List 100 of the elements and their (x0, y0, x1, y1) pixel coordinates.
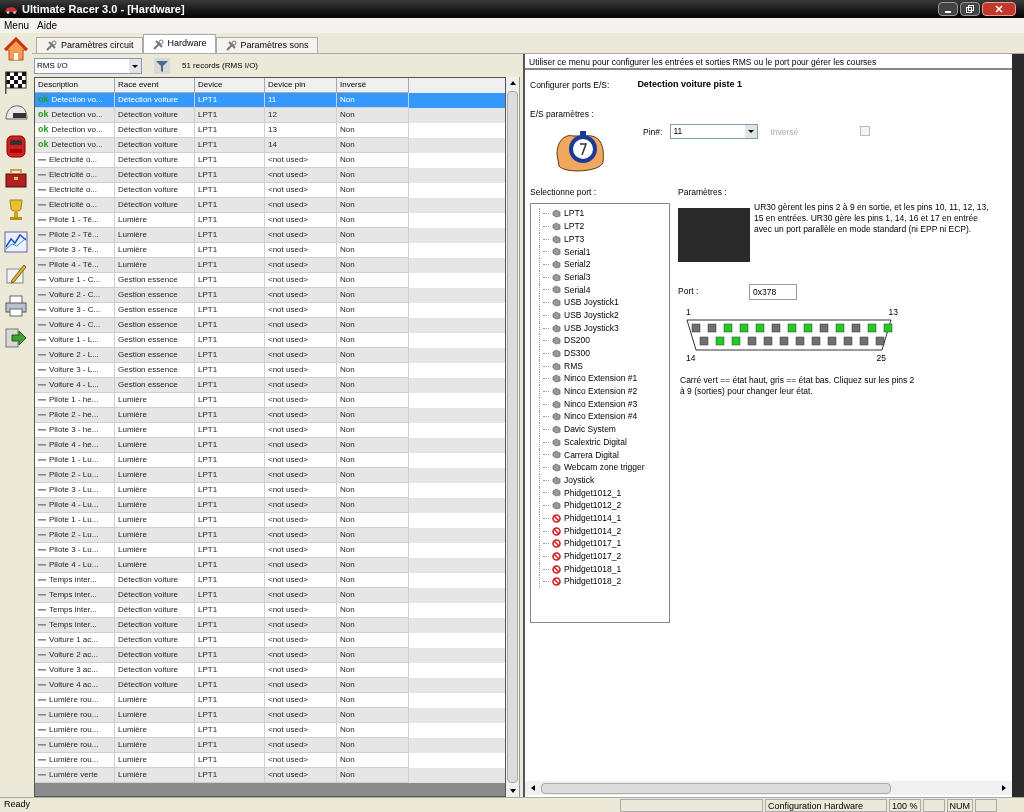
table-row[interactable]: Electricité o... Détection voiture LPT1 <not used> Non (35, 168, 505, 183)
tree-item[interactable]: Ninco Extension #2 (564, 385, 638, 398)
pin-square[interactable] (731, 337, 741, 346)
tree-item[interactable]: Phidget1017_2 (564, 550, 622, 563)
table-row[interactable]: Pilote 2 - Tê... Lumière LPT1 <not used> Non (35, 228, 505, 243)
table-row[interactable]: Electricité o... Détection voiture LPT1 <not used> Non (35, 153, 505, 168)
table-row[interactable]: Lumière rou... Lumière LPT1 <not used> Non (35, 723, 505, 738)
car-icon[interactable] (3, 133, 29, 159)
maximize-button[interactable] (960, 2, 980, 16)
table-row[interactable]: Temps inter... Détection voiture LPT1 <not used> Non (35, 588, 505, 603)
pin-square[interactable] (779, 337, 789, 346)
table-row[interactable]: Pilote 4 - Tê... Lumière LPT1 <not used> Non (35, 258, 505, 273)
tree-item[interactable]: Ninco Extension #4 (564, 410, 638, 424)
tab[interactable]: Paramètres sons (215, 37, 318, 53)
tree-item[interactable]: USB Joystick2 (564, 308, 619, 322)
tree-item[interactable]: Ninco Extension #1 (564, 372, 638, 386)
horizontal-scrollbar[interactable] (525, 781, 1012, 795)
tree-item[interactable]: Phidget1014_2 (564, 524, 622, 538)
pin-square[interactable] (795, 337, 805, 346)
table-row[interactable]: Lumière verte Lumière LPT1 <not used> Non (35, 768, 505, 783)
table-row[interactable]: Voiture 4 - L... Gestion essence LPT1 <not used> Non (35, 378, 505, 393)
checkered-flag-icon[interactable] (3, 69, 29, 95)
scroll-left-icon[interactable] (529, 783, 537, 793)
table-row[interactable]: Pilote 2 - Lu... Lumière LPT1 <not used> Non (35, 468, 505, 483)
table-row[interactable]: Lumière rou... Lumière LPT1 <not used> Non (35, 753, 505, 768)
table-row[interactable]: Pilote 1 - he... Lumière LPT1 <not used> Non (35, 393, 505, 408)
pin-square[interactable] (723, 324, 733, 333)
pin-square[interactable] (699, 337, 709, 346)
line-chart-icon[interactable] (3, 229, 29, 255)
pin-square[interactable] (739, 324, 749, 333)
tree-item[interactable]: Serial4 (564, 283, 591, 297)
table-row[interactable]: Pilote 2 - Lu... Lumière LPT1 <not used> Non (35, 528, 505, 543)
table-row[interactable]: Lumière rou... Lumière LPT1 <not used> Non (35, 693, 505, 708)
port-field[interactable]: 0x378 (749, 283, 797, 300)
tree-item[interactable]: Scalextric Digital (564, 435, 627, 449)
scroll-right-icon[interactable] (1000, 783, 1008, 793)
tree-item[interactable]: Serial1 (564, 245, 591, 259)
close-button[interactable] (982, 2, 1016, 16)
table-row[interactable]: Pilote 3 - he... Lumière LPT1 <not used> Non (35, 423, 505, 438)
table-row[interactable]: Temps inter... Détection voiture LPT1 <not used> Non (35, 618, 505, 633)
table-row[interactable]: Temps inter... Détection voiture LPT1 <not used> Non (35, 603, 505, 618)
table-row[interactable]: Voiture 1 - C... Gestion essence LPT1 <not used> Non (35, 273, 505, 288)
tree-item[interactable]: Phidget1018_2 (564, 575, 622, 589)
table-row[interactable]: Voiture 2 - C... Gestion essence LPT1 <not used> Non (35, 288, 505, 303)
table-row[interactable]: Voiture 1 ac... Détection voiture LPT1 <not used> Non (35, 633, 505, 648)
menu-item[interactable]: Aide (37, 18, 58, 33)
tree-item[interactable]: USB Joystick3 (564, 321, 619, 335)
tree-item[interactable]: Phidget1017_1 (564, 537, 622, 551)
vertical-scrollbar[interactable] (506, 77, 520, 797)
pin-square[interactable] (811, 337, 821, 346)
tree-item[interactable]: Serial2 (564, 258, 591, 271)
tree-item[interactable]: LPT3 (564, 232, 585, 246)
tab[interactable]: Paramètres circuit (36, 37, 143, 53)
tree-item[interactable]: Serial3 (564, 270, 591, 284)
table-row[interactable]: Pilote 2 - he... Lumière LPT1 <not used> Non (35, 408, 505, 423)
table-row[interactable]: ok Detection vo... Détection voiture LPT1 13 Non (35, 123, 505, 138)
table-row[interactable]: Pilote 3 - Lu... Lumière LPT1 <not used> Non (35, 483, 505, 498)
printer-icon[interactable] (3, 293, 29, 319)
pin-square[interactable] (803, 324, 813, 333)
table-row[interactable]: Lumière rou... Lumière LPT1 <not used> Non (35, 738, 505, 753)
tree-item[interactable]: Carrera Digital (564, 448, 619, 462)
tree-item[interactable]: Joystick (564, 473, 595, 487)
tree-item[interactable]: Ninco Extension #3 (564, 397, 638, 411)
table-row[interactable]: Lumière rou... Lumière LPT1 <not used> Non (35, 708, 505, 723)
pin-square[interactable] (691, 324, 701, 333)
pin-square[interactable] (819, 324, 829, 333)
tree-item[interactable]: RMS (564, 359, 583, 373)
table-row[interactable]: Pilote 3 - Tê... Lumière LPT1 <not used> Non (35, 243, 505, 258)
pin-square[interactable] (875, 337, 885, 346)
device-dropdown[interactable]: RMS I/O (34, 58, 142, 74)
table-row[interactable]: Electricité o... Détection voiture LPT1 <not used> Non (35, 183, 505, 198)
menu-item[interactable]: Menu (4, 18, 29, 33)
pin-square[interactable] (771, 324, 781, 333)
table-row[interactable]: Voiture 1 - L... Gestion essence LPT1 <not used> Non (35, 333, 505, 348)
pin-square[interactable] (747, 337, 757, 346)
pin-square[interactable] (827, 337, 837, 346)
tree-item[interactable]: Phidget1018_1 (564, 562, 622, 576)
scroll-thumb[interactable] (541, 782, 891, 794)
pin-square[interactable] (715, 337, 725, 346)
table-row[interactable]: Pilote 4 - Lu... Lumière LPT1 <not used> Non (35, 498, 505, 513)
pin-dropdown[interactable]: 11 (670, 123, 759, 139)
tree-item[interactable]: Phidget1012_2 (564, 499, 622, 513)
pin-square[interactable] (755, 324, 765, 333)
home-icon[interactable] (3, 37, 29, 63)
pin-square[interactable] (787, 324, 797, 333)
pin-square[interactable] (851, 324, 861, 333)
filter-icon[interactable] (154, 58, 170, 74)
table-row[interactable]: Pilote 4 - Lu... Lumière LPT1 <not used> Non (35, 558, 505, 573)
tree-item[interactable]: LPT2 (564, 220, 585, 233)
pin-square[interactable] (835, 324, 845, 333)
table-row[interactable]: Pilote 3 - Lu... Lumière LPT1 <not used> Non (35, 543, 505, 558)
table-row[interactable]: ok Detection vo... Détection voiture LPT1 14 Non (35, 138, 505, 153)
table-row[interactable]: Temps inter... Détection voiture LPT1 <not used> Non (35, 573, 505, 588)
exit-arrow-icon[interactable] (3, 325, 29, 351)
table-row[interactable]: Voiture 3 - C... Gestion essence LPT1 <not used> Non (35, 303, 505, 318)
tree-item[interactable]: Phidget1014_1 (564, 511, 622, 525)
scroll-thumb[interactable] (507, 91, 518, 783)
table-row[interactable]: ok Detection vo... Détection voiture LPT1 12 Non (35, 108, 505, 123)
pin-square[interactable] (843, 337, 853, 346)
table-row[interactable]: Pilote 1 - Lu... Lumière LPT1 <not used> Non (35, 513, 505, 528)
